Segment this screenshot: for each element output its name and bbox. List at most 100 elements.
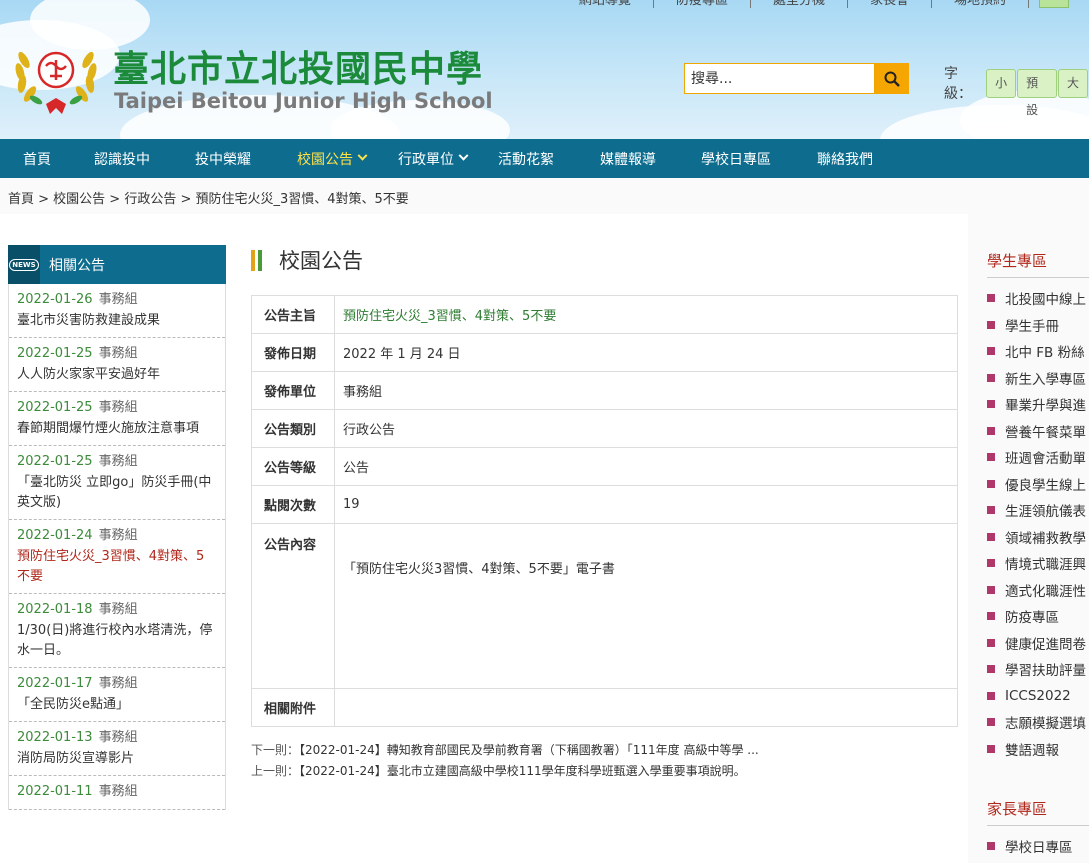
item-unit: 事務組 xyxy=(98,346,138,361)
parent-zone-list: 學校日專區 xyxy=(987,826,1089,860)
list-item[interactable]: 2022-01-11 事務組 xyxy=(9,776,225,810)
nav-home[interactable]: 首頁 xyxy=(23,139,51,178)
list-item-current[interactable]: 2022-01-24 事務組 預防住宅火災_3習慣、4對策、5不要 xyxy=(9,520,225,594)
list-item[interactable]: 2022-01-18 事務組 1/30(日)將進行校內水塔清洗，停水一日。 xyxy=(9,594,225,668)
student-link[interactable]: 生涯領航儀表 xyxy=(987,497,1089,524)
nav-admin-units[interactable]: 行政單位 xyxy=(398,139,469,178)
ebook-link[interactable]: 「預防住宅火災3習慣、4對策、5不要」電子書 xyxy=(343,562,615,577)
item-title[interactable]: 預防住宅火災_3習慣、4對策、5不要 xyxy=(17,547,217,587)
student-link[interactable]: 健康促進問卷 xyxy=(987,630,1089,657)
student-link[interactable]: 適式化職涯性 xyxy=(987,577,1089,604)
item-title[interactable]: 春節期間爆竹煙火施放注意事項 xyxy=(17,419,217,439)
student-link[interactable]: 領域補救教學 xyxy=(987,524,1089,551)
page-title-text: 校園公告 xyxy=(279,249,363,273)
topnav-extra-tab[interactable] xyxy=(1039,0,1069,8)
student-link[interactable]: 新生入學專區 xyxy=(987,365,1089,392)
item-unit: 事務組 xyxy=(98,784,138,799)
prev-link[interactable]: 上一則：【2022-01-24】臺北市立建國高級中學校111學年度科學班甄選入學… xyxy=(251,761,759,782)
nav-media[interactable]: 媒體報導 xyxy=(600,139,656,178)
nav-activities[interactable]: 活動花絮 xyxy=(498,139,554,178)
item-date: 2022-01-26 xyxy=(17,292,93,307)
prev-next-links: 下一則：【2022-01-24】轉知教育部國民及學前教育署（下稱國教署）「111… xyxy=(251,740,759,782)
item-date: 2022-01-25 xyxy=(17,454,93,469)
views-label: 點閱次數 xyxy=(251,485,335,524)
item-unit: 事務組 xyxy=(98,454,138,469)
nav-honors[interactable]: 投中榮耀 xyxy=(195,139,251,178)
table-row: 發佈日期 2022 年 1 月 24 日 xyxy=(251,333,958,372)
font-size-default-button[interactable]: 預設 xyxy=(1017,68,1057,117)
item-unit: 事務組 xyxy=(98,602,138,617)
item-title[interactable]: 1/30(日)將進行校內水塔清洗，停水一日。 xyxy=(17,621,217,661)
student-link[interactable]: 北中 FB 粉絲 xyxy=(987,338,1089,365)
breadcrumb[interactable]: 首頁 > 校園公告 > 行政公告 > 預防住宅火災_3習慣、4對策、5不要 xyxy=(8,188,409,207)
attachment-label: 相關附件 xyxy=(251,688,335,727)
list-item[interactable]: 2022-01-13 事務組 消防局防災宣導影片 xyxy=(9,722,225,776)
item-title[interactable]: 消防局防災宣導影片 xyxy=(17,749,217,769)
item-date: 2022-01-25 xyxy=(17,400,93,415)
student-link[interactable]: 畢業升學與進 xyxy=(987,391,1089,418)
school-logo[interactable] xyxy=(10,38,102,118)
announcement-detail-table: 公告主旨 預防住宅火災_3習慣、4對策、5不要 發佈日期 2022 年 1 月 … xyxy=(251,295,958,727)
list-item[interactable]: 2022-01-26 事務組 臺北市災害防救建設成果 xyxy=(9,284,225,338)
table-row: 發佈單位 事務組 xyxy=(251,371,958,410)
parent-link[interactable]: 學校日專區 xyxy=(987,833,1089,860)
site-header: 網站導覽 防疫專區 處室分機 家長會 場地預約 臺北市立北投國民中學 Taipe… xyxy=(0,0,1089,139)
student-link[interactable]: 北投國中線上 xyxy=(987,285,1089,312)
page-title: 校園公告 xyxy=(251,245,363,275)
date-label: 發佈日期 xyxy=(251,333,335,372)
list-item[interactable]: 2022-01-25 事務組 春節期間爆竹煙火施放注意事項 xyxy=(9,392,225,446)
item-unit: 事務組 xyxy=(98,292,138,307)
student-link[interactable]: 志願模擬選填 xyxy=(987,709,1089,736)
chevron-down-icon xyxy=(357,150,368,161)
topnav-epidemic[interactable]: 防疫專區 xyxy=(654,0,751,8)
nav-school-day[interactable]: 學校日專區 xyxy=(701,139,771,178)
item-date: 2022-01-24 xyxy=(17,528,93,543)
font-size-small-button[interactable]: 小 xyxy=(986,68,1017,98)
category-label: 公告類別 xyxy=(251,409,335,448)
nav-admin-units-label: 行政單位 xyxy=(398,151,454,168)
item-title[interactable]: 臺北市災害防救建設成果 xyxy=(17,311,217,331)
item-date: 2022-01-13 xyxy=(17,730,93,745)
next-link[interactable]: 下一則：【2022-01-24】轉知教育部國民及學前教育署（下稱國教署）「111… xyxy=(251,740,759,761)
student-link[interactable]: 優良學生線上 xyxy=(987,471,1089,498)
item-unit: 事務組 xyxy=(98,400,138,415)
topnav-venue-booking[interactable]: 場地預約 xyxy=(932,0,1029,8)
nav-announcements[interactable]: 校園公告 xyxy=(297,139,368,178)
search-button[interactable] xyxy=(875,63,909,94)
student-link[interactable]: ICCS2022 xyxy=(987,683,1089,710)
item-date: 2022-01-18 xyxy=(17,602,93,617)
item-title[interactable]: 「全民防災e點通」 xyxy=(17,695,217,715)
related-announcements-sidebar: NEWS 相關公告 2022-01-26 事務組 臺北市災害防救建設成果 2022… xyxy=(8,245,226,863)
nav-contact[interactable]: 聯絡我們 xyxy=(817,139,873,178)
student-link[interactable]: 雙語週報 xyxy=(987,736,1089,763)
school-emblem-icon xyxy=(10,38,102,118)
list-item[interactable]: 2022-01-25 事務組 人人防火家家平安過好年 xyxy=(9,338,225,392)
font-size-switcher: 字級： 小 預設 大 xyxy=(944,63,1089,117)
list-item[interactable]: 2022-01-25 事務組 「臺北防災 立即go」防災手冊(中英文版) xyxy=(9,446,225,520)
topnav-sitemap[interactable]: 網站導覽 xyxy=(557,0,654,8)
student-link[interactable]: 學習扶助評量 xyxy=(987,656,1089,683)
student-link[interactable]: 班週會活動單 xyxy=(987,444,1089,471)
table-row: 公告類別 行政公告 xyxy=(251,409,958,448)
subject-label: 公告主旨 xyxy=(251,295,335,334)
table-row: 點閱次數 19 xyxy=(251,485,958,524)
title-bars-icon xyxy=(251,249,265,271)
student-link[interactable]: 營養午餐菜單 xyxy=(987,418,1089,445)
student-link[interactable]: 防疫專區 xyxy=(987,603,1089,630)
topnav-pta[interactable]: 家長會 xyxy=(848,0,932,8)
list-item[interactable]: 2022-01-17 事務組 「全民防災e點通」 xyxy=(9,668,225,722)
search-form xyxy=(684,63,909,94)
nav-about[interactable]: 認識投中 xyxy=(94,139,150,178)
content-label: 公告內容 xyxy=(251,523,335,689)
search-input[interactable] xyxy=(684,63,875,94)
student-link[interactable]: 情境式職涯興 xyxy=(987,550,1089,577)
item-title[interactable]: 「臺北防災 立即go」防災手冊(中英文版) xyxy=(17,473,217,513)
right-sidebar: 學生專區 北投國中線上 學生手冊 北中 FB 粉絲 新生入學專區 畢業升學與進 … xyxy=(987,244,1089,863)
font-size-large-button[interactable]: 大 xyxy=(1057,68,1088,98)
parent-zone-title: 家長專區 xyxy=(987,792,1089,826)
student-link[interactable]: 學生手冊 xyxy=(987,312,1089,339)
item-date: 2022-01-11 xyxy=(17,784,93,799)
item-title[interactable]: 人人防火家家平安過好年 xyxy=(17,365,217,385)
topnav-extensions[interactable]: 處室分機 xyxy=(751,0,848,8)
date-value: 2022 年 1 月 24 日 xyxy=(334,333,958,372)
